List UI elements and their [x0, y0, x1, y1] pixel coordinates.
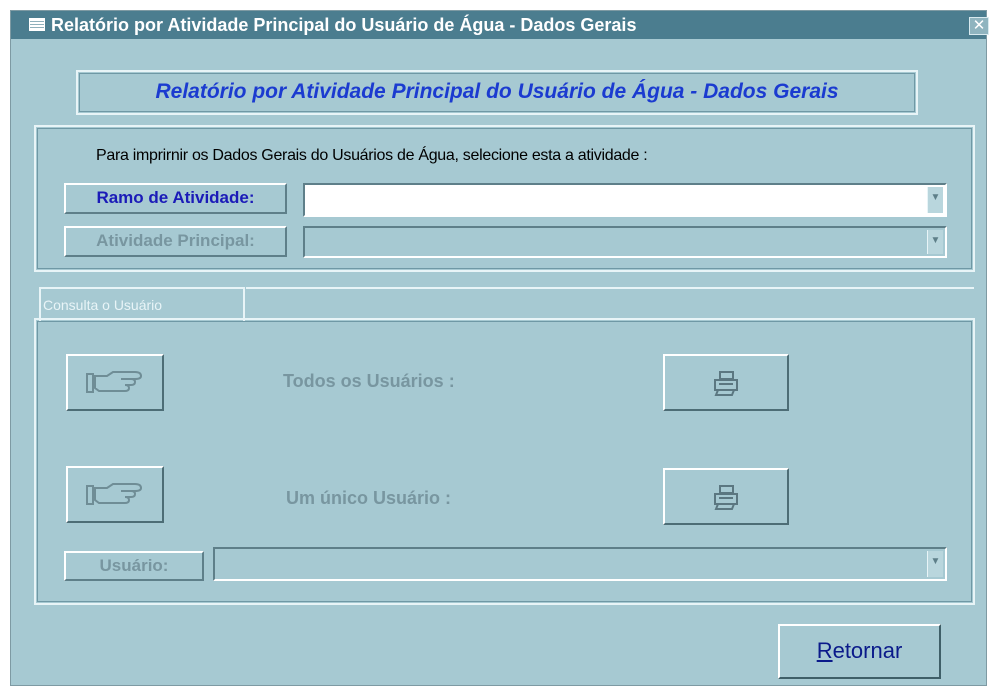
close-button[interactable]: ✕ [969, 17, 989, 35]
select-all-users-button[interactable] [66, 354, 164, 411]
report-header-banner: Relatório por Atividade Principal do Usu… [76, 70, 918, 115]
tab-consulta-label: Consulta o Usuário [43, 297, 163, 313]
return-accelerator: R [816, 638, 833, 663]
return-label: etornar [832, 638, 903, 663]
chevron-down-icon[interactable]: ▼ [927, 187, 943, 213]
usuario-label: Usuário: [64, 551, 204, 581]
tab-consulta-usuario[interactable]: Consulta o Usuário [39, 287, 245, 321]
instruction-text: Para imprirnir os Dados Gerais do Usuári… [96, 147, 648, 164]
pointing-hand-icon [86, 483, 143, 505]
select-single-user-button[interactable] [66, 466, 164, 523]
print-single-user-button[interactable] [663, 468, 789, 525]
pointing-hand-icon [86, 371, 143, 393]
unico-usuario-label: Um único Usuário : [286, 488, 452, 508]
tab-strip [246, 287, 974, 321]
printer-icon [714, 371, 738, 396]
printer-icon [714, 485, 738, 510]
return-button[interactable]: Retornar [778, 624, 941, 679]
chevron-down-icon[interactable]: ▼ [927, 230, 943, 254]
usuario-select[interactable]: ▼ [213, 547, 947, 581]
atividade-principal-select[interactable]: ▼ [303, 226, 947, 258]
print-all-users-button[interactable] [663, 354, 789, 411]
todos-usuarios-label: Todos os Usuários : [283, 371, 455, 391]
ramo-atividade-select[interactable]: ▼ [303, 183, 947, 217]
ramo-atividade-label: Ramo de Atividade: [64, 183, 287, 214]
report-header-title: Relatório por Atividade Principal do Usu… [155, 80, 839, 103]
title-bar: Relatório por Atividade Principal do Usu… [11, 11, 989, 39]
window-title: Relatório por Atividade Principal do Usu… [51, 15, 637, 35]
atividade-principal-label: Atividade Principal: [64, 226, 287, 257]
chevron-down-icon[interactable]: ▼ [927, 551, 943, 577]
window-icon [29, 18, 45, 31]
